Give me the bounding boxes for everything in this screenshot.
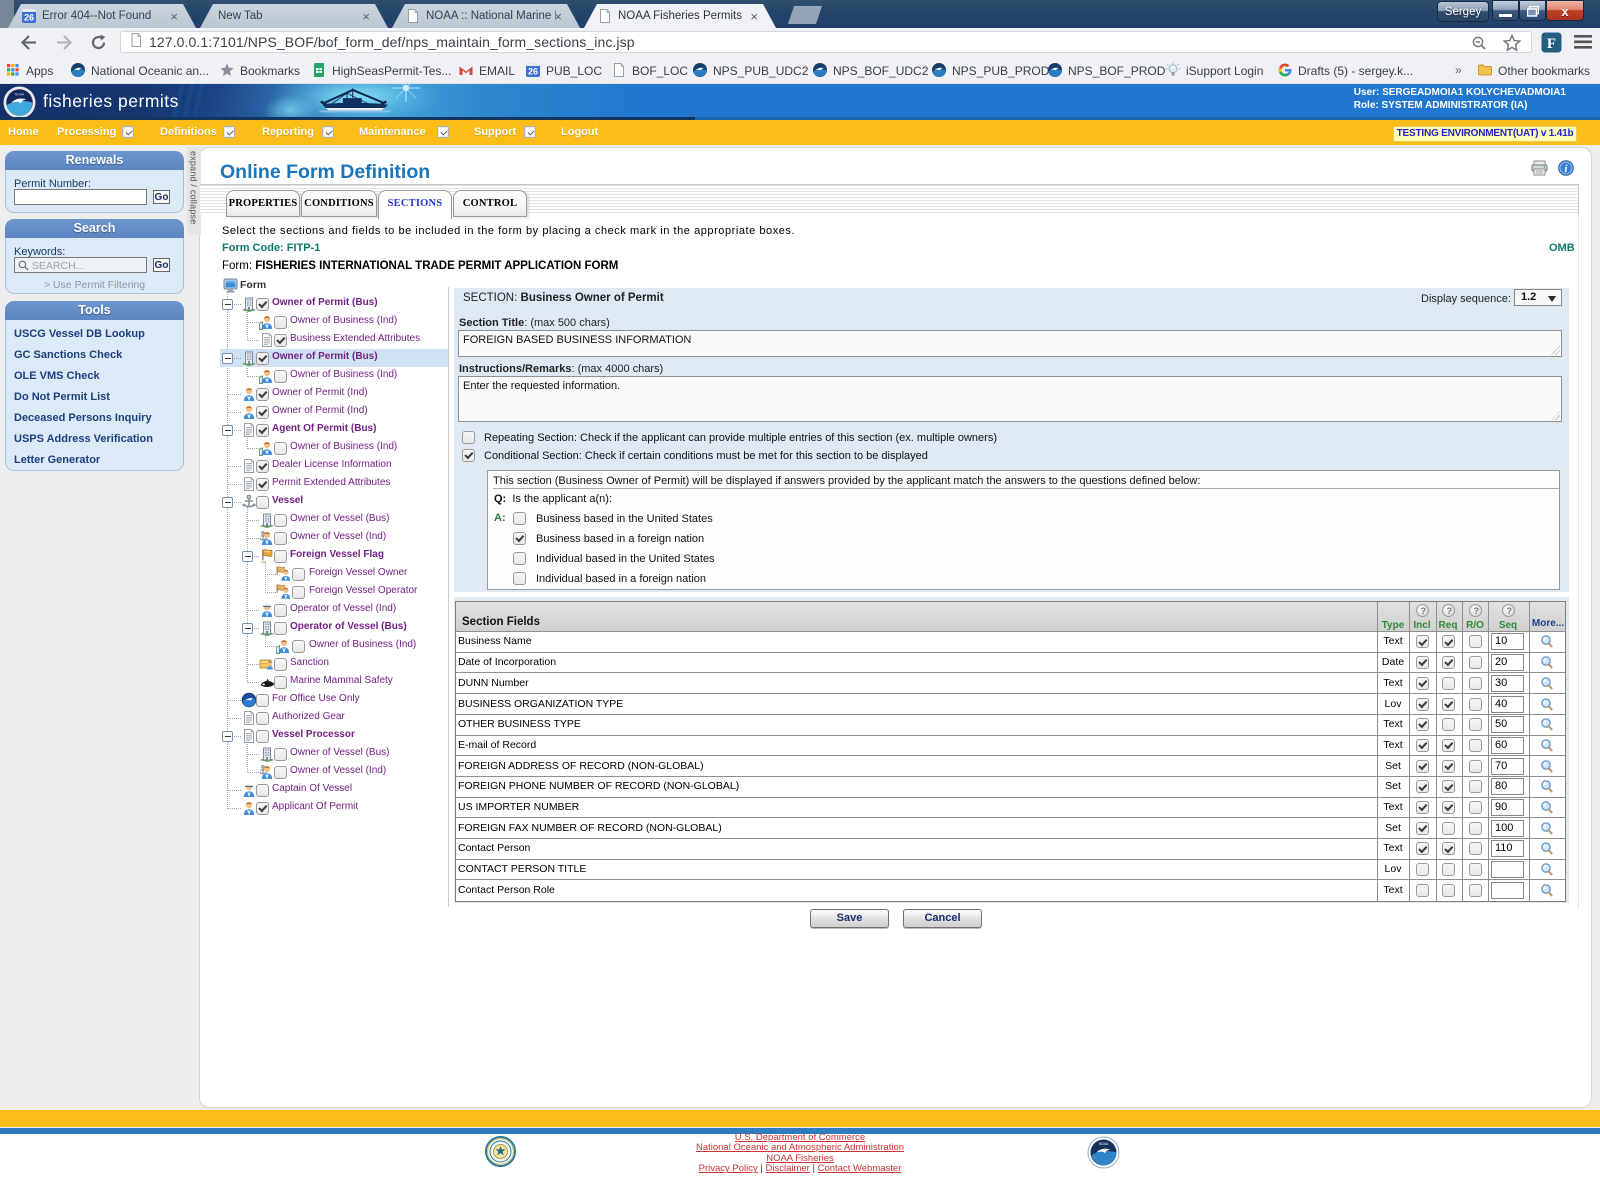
svg-text:26: 26 (528, 67, 538, 77)
svg-text:F: F (1547, 36, 1556, 52)
svg-text:NOAA: NOAA (15, 93, 25, 97)
svg-text:i: i (1565, 164, 1568, 175)
svg-text:26: 26 (24, 13, 34, 23)
